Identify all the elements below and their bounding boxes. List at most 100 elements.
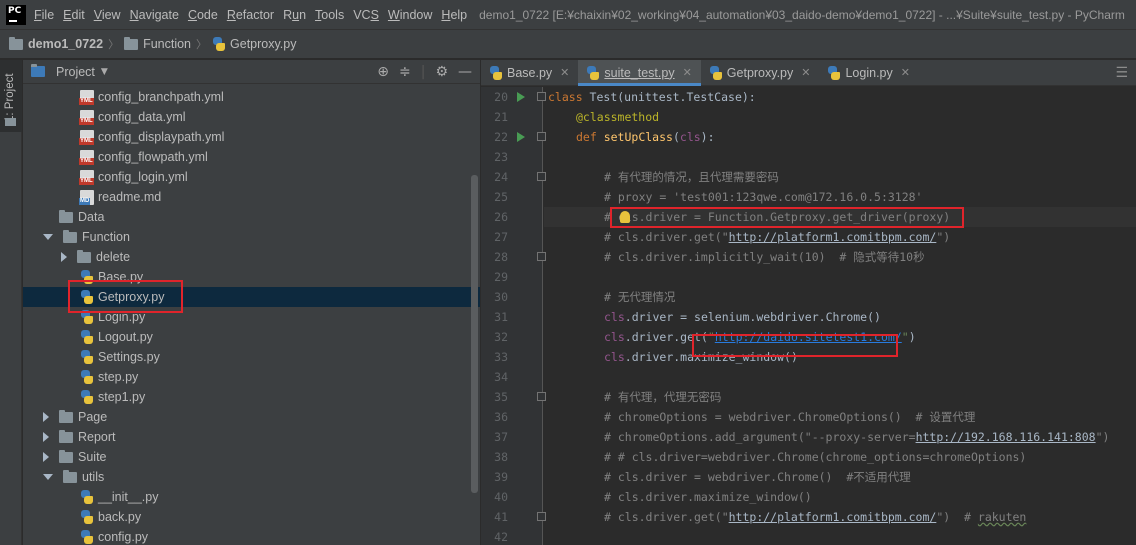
line-number: 34 xyxy=(494,370,508,384)
code-line-37[interactable]: # chromeOptions.add_argument("--proxy-se… xyxy=(604,427,1109,447)
tree-item[interactable]: step1.py xyxy=(23,387,480,407)
chevron-right-icon[interactable] xyxy=(61,252,67,262)
tree-item[interactable]: config_flowpath.yml xyxy=(23,147,480,167)
menu-item-run[interactable]: Run xyxy=(283,8,306,22)
editor-tab[interactable]: Getproxy.py ✕ xyxy=(701,60,820,85)
menu-item-code[interactable]: Code xyxy=(188,8,218,22)
tree-item[interactable]: back.py xyxy=(23,507,480,527)
locate-icon[interactable]: ⊕ xyxy=(377,64,389,80)
run-icon[interactable] xyxy=(517,92,525,102)
code-line-39[interactable]: # cls.driver = webdriver.Chrome() #不适用代理 xyxy=(604,467,911,487)
tree-item[interactable]: config_login.yml xyxy=(23,167,480,187)
menu-item-tools[interactable]: Tools xyxy=(315,8,344,22)
project-tool-window-tab[interactable]: 1: Project xyxy=(0,60,22,132)
tree-scrollbar[interactable] xyxy=(471,175,478,493)
tree-item[interactable]: Base.py xyxy=(23,267,480,287)
line-number: 24 xyxy=(494,170,508,184)
tree-item[interactable]: Function xyxy=(23,227,480,247)
code-line-26[interactable]: # cls.driver = Function.Getproxy.get_dri… xyxy=(604,207,950,227)
code-line-20[interactable]: class Test(unittest.TestCase): xyxy=(548,87,756,107)
folder-icon xyxy=(5,118,16,126)
editor-tab[interactable]: suite_test.py ✕ xyxy=(578,60,702,86)
breadcrumb-function[interactable]: Function xyxy=(124,36,191,51)
line-number: 40 xyxy=(494,490,508,504)
code-line-32[interactable]: cls.driver.get("http://daido.sitetest1.c… xyxy=(604,327,916,347)
chevron-down-icon[interactable] xyxy=(43,234,53,240)
close-icon[interactable]: ✕ xyxy=(801,66,810,79)
chevron-right-icon[interactable] xyxy=(43,412,49,422)
hide-icon[interactable]: — xyxy=(458,64,472,80)
menu-item-window[interactable]: Window xyxy=(388,8,432,22)
close-icon[interactable]: ✕ xyxy=(683,66,692,79)
collapse-all-icon[interactable]: ≑ xyxy=(399,64,411,80)
code-line-28[interactable]: # cls.driver.implicitly_wait(10) # 隐式等待1… xyxy=(604,247,925,267)
intention-lightbulb-icon[interactable] xyxy=(620,211,630,223)
tree-item-label: utils xyxy=(82,470,105,484)
gear-icon[interactable]: ⚙ xyxy=(435,64,448,80)
md-file-icon xyxy=(79,189,94,205)
chevron-down-icon[interactable]: ▼ xyxy=(101,67,108,77)
tree-item[interactable]: Logout.py xyxy=(23,327,480,347)
code-line-36[interactable]: # chromeOptions = webdriver.ChromeOption… xyxy=(604,407,975,427)
tree-item[interactable]: config_displaypath.yml xyxy=(23,127,480,147)
tree-item[interactable]: Suite xyxy=(23,447,480,467)
breadcrumb-file[interactable]: Getproxy.py xyxy=(212,37,296,51)
menu-bar: PC File Edit View Navigate Code Refactor Run To… xyxy=(0,0,1136,30)
code-line-22[interactable]: def setUpClass(cls): xyxy=(576,127,715,147)
tab-overflow-icon[interactable]: ☰ xyxy=(1115,60,1136,85)
editor-tab[interactable]: Base.py ✕ xyxy=(481,60,578,85)
chevron-right-icon[interactable] xyxy=(43,432,49,442)
chevron-right-icon[interactable] xyxy=(43,452,49,462)
menu-item-help[interactable]: Help xyxy=(441,8,467,22)
tree-item[interactable]: utils xyxy=(23,467,480,487)
tree-item-label: Report xyxy=(78,430,116,444)
tree-item[interactable]: Login.py xyxy=(23,307,480,327)
code-line-31[interactable]: cls.driver = selenium.webdriver.Chrome() xyxy=(604,307,881,327)
tree-item[interactable]: Getproxy.py xyxy=(23,287,480,307)
tree-item[interactable]: delete xyxy=(23,247,480,267)
python-file-icon xyxy=(80,310,94,324)
tree-item[interactable]: __init__.py xyxy=(23,487,480,507)
menu-item-vcs[interactable]: VCS xyxy=(353,8,379,22)
yml-file-icon xyxy=(79,149,94,165)
tree-item[interactable]: Page xyxy=(23,407,480,427)
tree-item[interactable]: Report xyxy=(23,427,480,447)
breadcrumb-project[interactable]: demo1_0722 xyxy=(9,36,103,51)
project-panel-title[interactable]: Project xyxy=(56,65,95,79)
editor-tab[interactable]: Login.py ✕ xyxy=(819,60,918,85)
code-line-25[interactable]: # proxy = 'test001:123qwe.com@172.16.0.5… xyxy=(604,187,923,207)
tree-item[interactable]: Data xyxy=(23,207,480,227)
menu-item-refactor[interactable]: Refactor xyxy=(227,8,274,22)
menu-item-view[interactable]: View xyxy=(94,8,121,22)
code-line-27[interactable]: # cls.driver.get("http://platform1.comit… xyxy=(604,227,950,247)
code-line-41[interactable]: # cls.driver.get("http://platform1.comit… xyxy=(604,507,1026,527)
chevron-down-icon[interactable] xyxy=(43,474,53,480)
yml-file-icon xyxy=(79,129,94,145)
code-line-38[interactable]: # # cls.driver=webdriver.Chrome(chrome_o… xyxy=(604,447,1026,467)
line-number: 22 xyxy=(494,130,508,144)
folder-icon xyxy=(63,469,77,483)
close-icon[interactable]: ✕ xyxy=(901,66,910,79)
tree-item[interactable]: config.py xyxy=(23,527,480,545)
code-line-35[interactable]: # 有代理，代理无密码 xyxy=(604,387,721,407)
tree-item[interactable]: config_branchpath.yml xyxy=(23,87,480,107)
code-line-40[interactable]: # cls.driver.maximize_window() xyxy=(604,487,812,507)
menu-item-navigate[interactable]: Navigate xyxy=(130,8,179,22)
code-line-21[interactable]: @classmethod xyxy=(576,107,659,127)
code-area[interactable]: class Test(unittest.TestCase): @classmet… xyxy=(544,87,1136,545)
line-number: 41 xyxy=(494,510,508,524)
code-line-30[interactable]: # 无代理情况 xyxy=(604,287,675,307)
tree-item[interactable]: step.py xyxy=(23,367,480,387)
code-line-24[interactable]: # 有代理的情况，且代理需要密码 xyxy=(604,167,779,187)
code-line-33[interactable]: cls.driver.maximize_window() xyxy=(604,347,798,367)
menu-item-file[interactable]: File xyxy=(34,8,54,22)
close-icon[interactable]: ✕ xyxy=(560,66,569,79)
menu-item-edit[interactable]: Edit xyxy=(63,8,85,22)
line-number: 33 xyxy=(494,350,508,364)
tree-item[interactable]: Settings.py xyxy=(23,347,480,367)
tree-item[interactable]: readme.md xyxy=(23,187,480,207)
override-icon[interactable] xyxy=(517,132,525,142)
tree-item[interactable]: config_data.yml xyxy=(23,107,480,127)
python-file-icon xyxy=(489,65,503,80)
editor-tab-label: Getproxy.py xyxy=(726,65,794,80)
